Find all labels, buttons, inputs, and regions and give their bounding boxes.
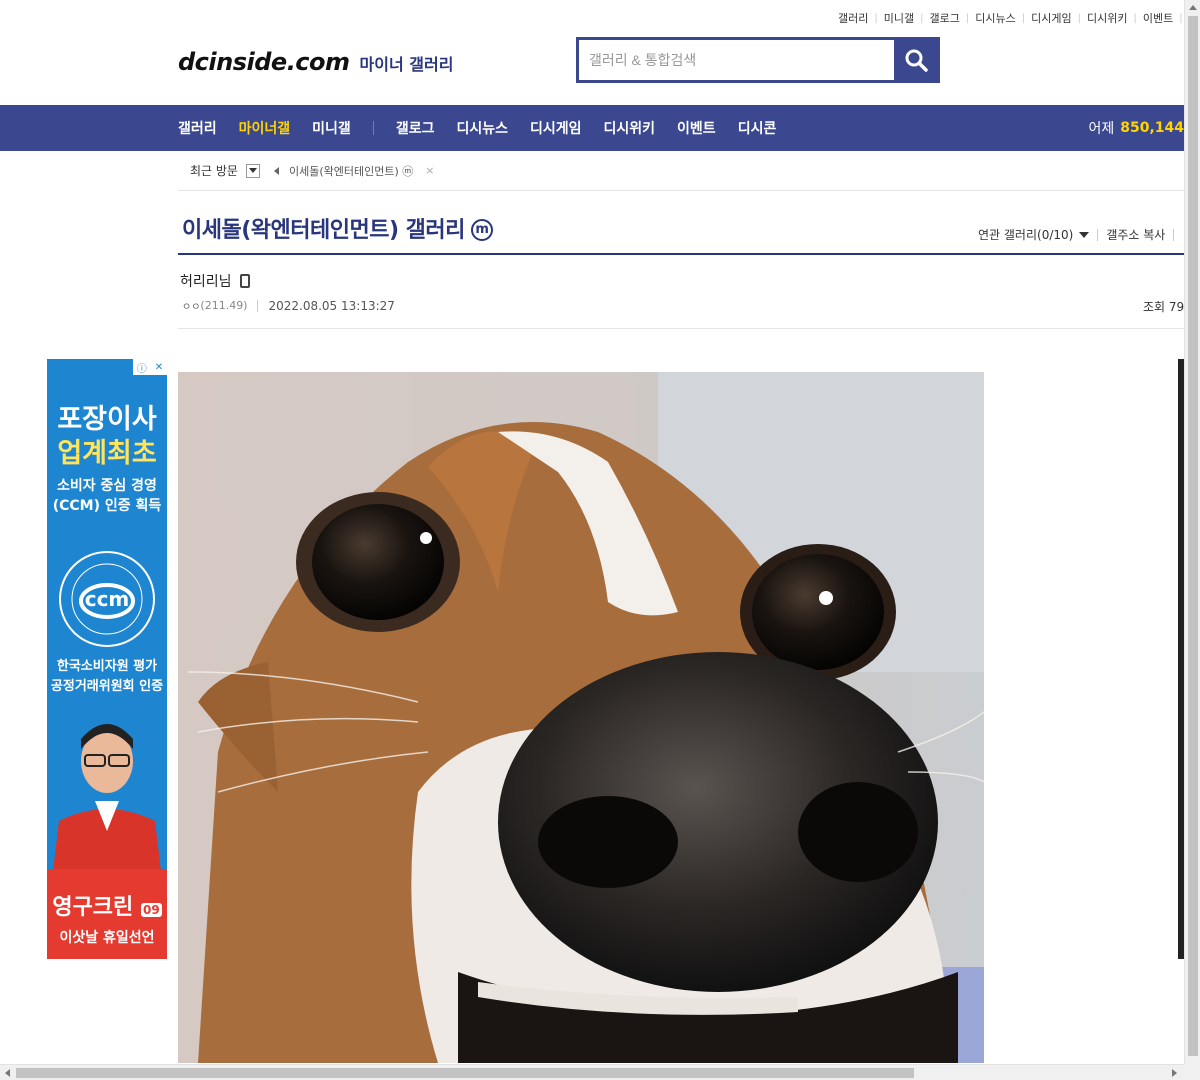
- logo-sub-text[interactable]: 마이너 갤러리: [360, 51, 454, 75]
- recent-item[interactable]: 이세돌(왁엔터테인먼트) ⓜ: [289, 163, 413, 179]
- ad-line-3: 소비자 중심 경영: [57, 478, 157, 494]
- horizontal-scrollbar[interactable]: [0, 1064, 1184, 1080]
- nav-gallog[interactable]: 갤로그: [396, 118, 435, 138]
- nav-wiki[interactable]: 디시위키: [604, 118, 656, 138]
- post-image[interactable]: [178, 372, 984, 1063]
- search-input[interactable]: [579, 40, 894, 80]
- gallery-title[interactable]: 이세돌(왁엔터테인먼트) 갤러리 m: [182, 212, 493, 244]
- gallery-title-text[interactable]: 이세돌(왁엔터테인먼트) 갤러리: [182, 218, 465, 243]
- post-meta: ㅇㅇ (211.49) 2022.08.05 13:13:27: [182, 298, 395, 314]
- search-icon: [905, 49, 928, 72]
- chevron-down-icon: [248, 167, 257, 173]
- author-nickname[interactable]: 허리리님: [180, 271, 232, 291]
- related-gallery-button[interactable]: 연관 갤러리(0/10): [978, 226, 1073, 243]
- page: 갤러리 | 미니갤 | 갤로그 | 디시뉴스 | 디시게임 | 디시위키 | 이벤트 | dc…: [0, 0, 1200, 1080]
- ad-ccm-text: ccm: [84, 587, 130, 611]
- ad-line-6: 공정거래위원회 인증: [50, 679, 164, 694]
- ad-info-close[interactable]: ⓘ ✕: [133, 359, 167, 375]
- ad-person-image: [47, 699, 167, 871]
- ad-line-2: 업계최초: [57, 438, 157, 469]
- site-logo[interactable]: dcinside.com 마이너 갤러리: [178, 48, 453, 76]
- minor-badge-icon: m: [470, 219, 493, 241]
- ad-close-icon: ✕: [154, 361, 164, 373]
- post-views: 조회 79: [1143, 300, 1185, 314]
- search-box: [576, 37, 940, 83]
- ad-brand-tag: 09: [140, 903, 162, 917]
- top-link-news[interactable]: 디시뉴스: [975, 10, 1015, 26]
- nav-event[interactable]: 이벤트: [677, 118, 716, 138]
- nav-game[interactable]: 디시게임: [530, 118, 582, 138]
- ad-slogan: 이삿날 휴일선언: [59, 930, 155, 946]
- recent-prev-arrow-icon[interactable]: [273, 166, 279, 175]
- post-author: 허리리님: [180, 271, 250, 291]
- ad-line-4: (CCM) 인증 획득: [52, 498, 162, 514]
- recent-visit-label: 최근 방문: [190, 164, 238, 178]
- post-datetime: 2022.08.05 13:13:27: [268, 298, 395, 313]
- yesterday-stats: 어제 850,144: [1088, 105, 1184, 151]
- top-link-gallery[interactable]: 갤러리: [838, 10, 868, 26]
- dog-photo: [178, 372, 984, 1063]
- top-links: 갤러리 | 미니갤 | 갤로그 | 디시뉴스 | 디시게임 | 디시위키 | 이벤트 |: [838, 10, 1183, 26]
- top-link-game[interactable]: 디시게임: [1031, 10, 1071, 26]
- nav-gallery[interactable]: 갤러리: [178, 118, 217, 138]
- logo-main-text[interactable]: dcinside.com: [178, 48, 350, 76]
- nav-minor-gallery[interactable]: 마이너갤: [239, 118, 291, 138]
- top-link-minigal[interactable]: 미니갤: [884, 10, 914, 26]
- top-link-gallog[interactable]: 갤로그: [930, 10, 960, 26]
- top-link-wiki[interactable]: 디시위키: [1087, 10, 1127, 26]
- ad-brand-panel: 영구크린 09 이삿날 휴일선언: [47, 869, 167, 959]
- mobile-icon: [239, 274, 250, 288]
- ad-line-5: 한국소비자원 평가: [56, 659, 158, 674]
- ad-info-icon: ⓘ: [136, 363, 147, 375]
- chevron-down-icon[interactable]: [1079, 231, 1090, 238]
- scrollbar-corner: [1184, 1064, 1200, 1080]
- vertical-scroll-thumb[interactable]: [1188, 16, 1198, 1056]
- meta-divider: [178, 328, 1184, 329]
- gallery-title-actions: 연관 갤러리(0/10) 갤주소 복사: [978, 226, 1182, 243]
- side-ad-banner[interactable]: ⓘ ✕ 포장이사 업계최초 소비자 중심 경영 (CCM) 인증 획득 ccm 한…: [47, 359, 167, 959]
- yesterday-label: 어제: [1088, 121, 1115, 137]
- top-link-event[interactable]: 이벤트: [1143, 10, 1173, 26]
- nav-mini-gallery[interactable]: 미니갤: [312, 118, 351, 138]
- nav-dccon[interactable]: 디시콘: [738, 118, 777, 138]
- nav-news[interactable]: 디시뉴스: [456, 118, 508, 138]
- copy-address-button[interactable]: 갤주소 복사: [1106, 226, 1165, 243]
- vertical-scrollbar[interactable]: [1184, 0, 1200, 1064]
- recent-visit-bar: 최근 방문 이세돌(왁엔터테인먼트) ⓜ ×: [178, 151, 1184, 191]
- yesterday-count: 850,144: [1120, 120, 1184, 136]
- search-button[interactable]: [894, 40, 937, 80]
- recent-item-close-icon[interactable]: ×: [425, 164, 434, 177]
- ip-prefix: ㅇㅇ: [182, 302, 201, 313]
- main-nav: 갤러리 마이너갤 미니갤 갤로그 디시뉴스 디시게임 디시위키 이벤트 디시콘 …: [0, 105, 1184, 151]
- recent-dropdown-button[interactable]: [245, 163, 260, 178]
- nav-divider: [372, 121, 374, 135]
- ad-brand: 영구크린 09: [52, 895, 162, 920]
- horizontal-scroll-thumb[interactable]: [16, 1068, 914, 1078]
- title-divider: [178, 253, 1184, 255]
- author-ip: (211.49): [200, 299, 248, 312]
